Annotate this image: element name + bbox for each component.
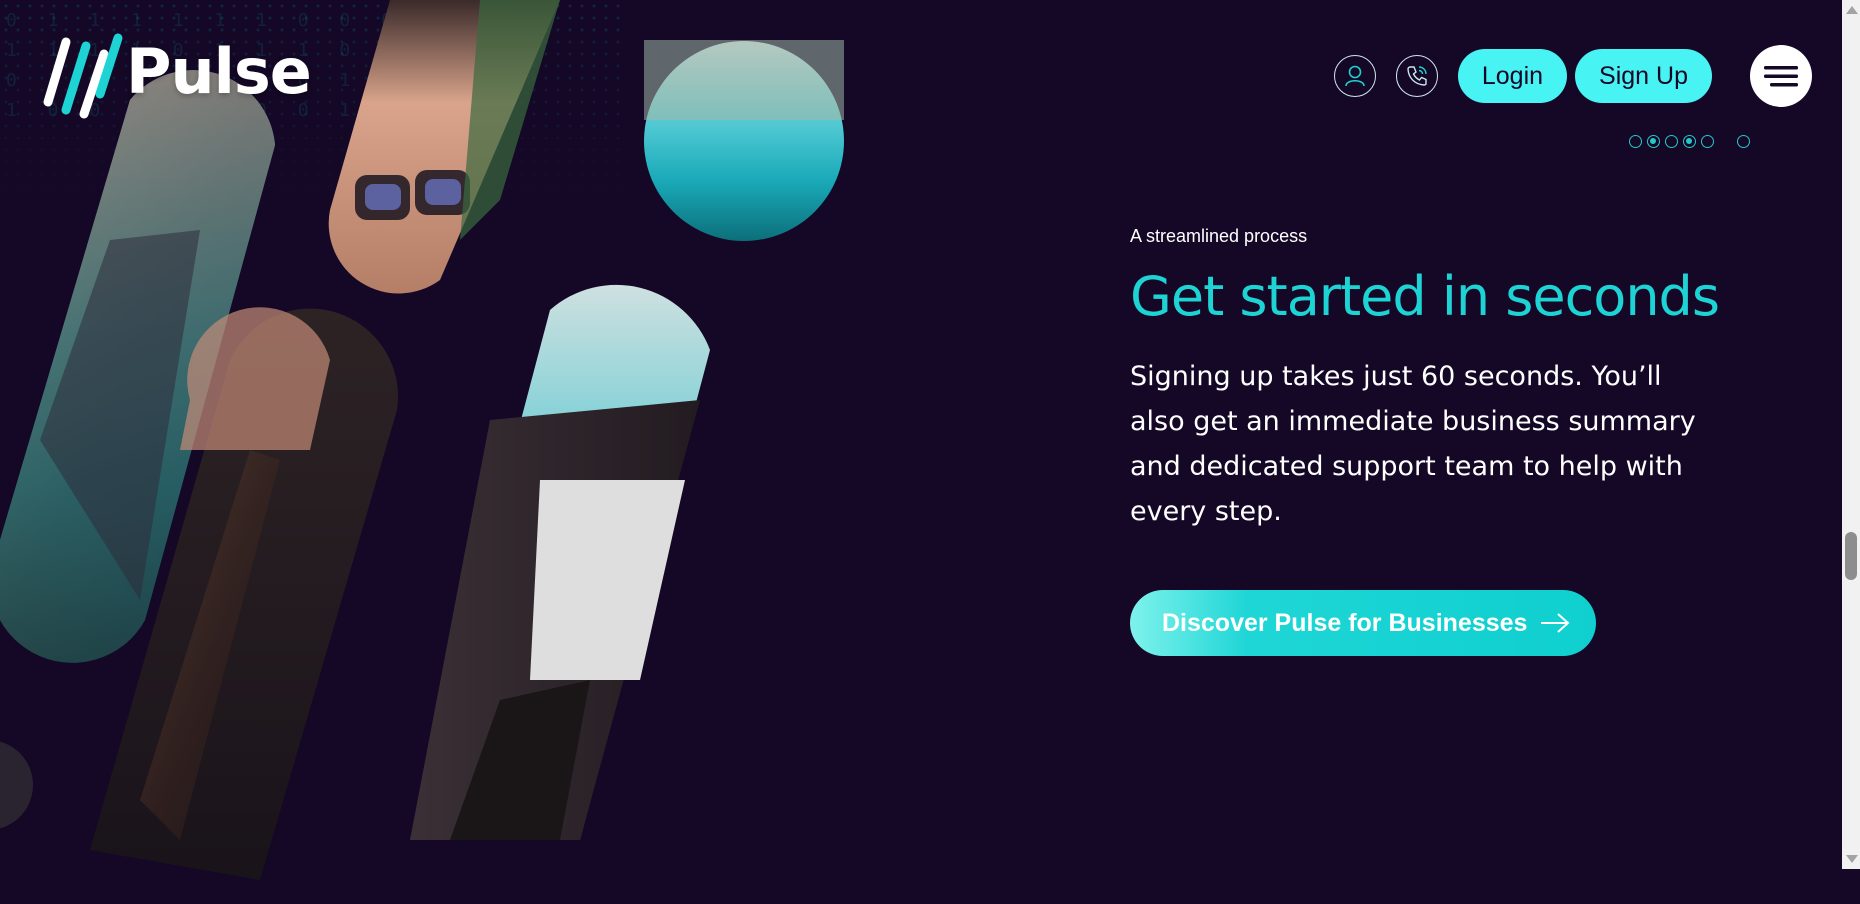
arrow-right-icon (1541, 613, 1570, 634)
pagination-dot-active[interactable] (1647, 135, 1660, 148)
scroll-down-arrow-icon[interactable] (1846, 855, 1858, 863)
photo-pill-top (328, 0, 560, 294)
hero-photo-collage (0, 0, 940, 900)
hero-body-text: Signing up takes just 60 seconds. You’ll… (1130, 361, 1696, 528)
pagination-dot[interactable] (1737, 135, 1750, 148)
photo-fragment (0, 741, 33, 829)
pagination-dot-active[interactable] (1683, 135, 1696, 148)
pulse-logo-icon (43, 33, 123, 119)
cta-label: Discover Pulse for Businesses (1162, 608, 1528, 637)
login-button[interactable]: Login (1457, 49, 1568, 103)
page-scrollbar[interactable] (1842, 0, 1860, 869)
menu-button[interactable] (1750, 45, 1812, 107)
hamburger-menu-icon (1764, 66, 1798, 87)
scrollbar-thumb[interactable] (1845, 532, 1857, 580)
account-button[interactable] (1333, 55, 1376, 97)
phone-icon (1407, 66, 1427, 86)
photo-pill-right (410, 284, 710, 840)
user-icon (1345, 65, 1365, 87)
phone-button[interactable] (1395, 55, 1438, 97)
pagination-dot[interactable] (1629, 135, 1642, 148)
hero-eyebrow: A streamlined process (1130, 226, 1308, 246)
signup-button[interactable]: Sign Up (1575, 49, 1712, 103)
pagination-dot[interactable] (1665, 135, 1678, 148)
pagination-dot[interactable] (1701, 135, 1714, 148)
photo-collage-svg (0, 0, 844, 880)
header-actions: Login Sign Up (1333, 45, 1812, 107)
slide-pagination (1624, 135, 1750, 148)
logo-wordmark: Pulse (126, 35, 312, 108)
discover-businesses-button[interactable]: Discover Pulse for Businesses (1130, 590, 1596, 657)
hero-content: A streamlined process Get started in sec… (1130, 226, 1750, 657)
site-logo[interactable]: Pulse (38, 24, 312, 120)
hero-headline: Get started in seconds (1130, 265, 1720, 328)
photo-circle (644, 40, 844, 241)
scroll-up-arrow-icon[interactable] (1846, 6, 1858, 14)
